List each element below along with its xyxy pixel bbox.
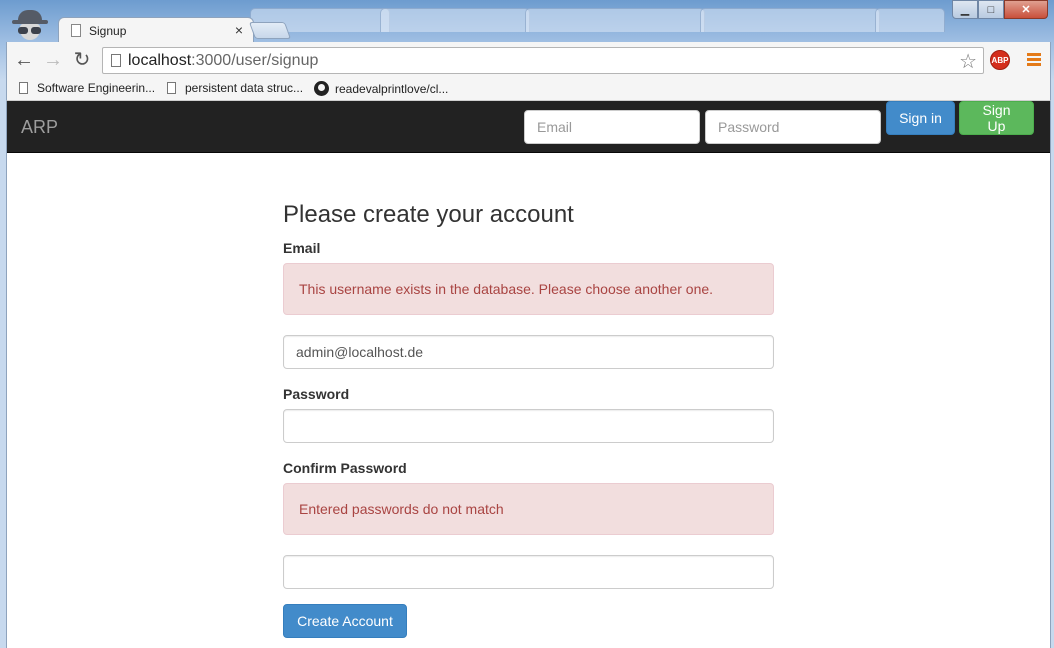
bookmark-star-icon[interactable]: ☆ [959, 49, 977, 74]
forward-arrow-icon[interactable]: → [42, 49, 64, 71]
confirm-password-error-alert: Entered passwords do not match [283, 483, 774, 535]
new-tab-button[interactable] [248, 22, 292, 39]
title-bar: Signup × ▁ □ ✕ [0, 0, 1054, 43]
back-arrow-icon[interactable]: ← [13, 49, 35, 71]
background-tab[interactable] [525, 8, 705, 32]
menu-icon[interactable] [1027, 53, 1041, 66]
create-account-button[interactable]: Create Account [283, 604, 407, 638]
brand-link[interactable]: ARP [21, 117, 58, 138]
page-title: Please create your account [283, 201, 574, 228]
navbar-password-input[interactable] [705, 110, 881, 144]
maximize-button[interactable]: □ [978, 0, 1004, 19]
page-icon [71, 24, 81, 37]
browser-toolbar: ← → ↻ localhost:3000/user/signup ☆ ABP [6, 42, 1051, 78]
url-text: localhost:3000/user/signup [128, 52, 319, 69]
window-controls: ▁ □ ✕ [952, 0, 1048, 20]
tab-title: Signup [89, 24, 127, 38]
reload-icon[interactable]: ↻ [71, 49, 93, 71]
browser-window: Signup × ▁ □ ✕ ← → ↻ localhost:3000/user… [0, 0, 1054, 648]
close-tab-icon[interactable]: × [235, 22, 243, 38]
email-label: Email [283, 240, 321, 256]
email-field[interactable] [283, 335, 774, 369]
page-viewport: ARP Sign in Sign Up Please create your a… [6, 101, 1051, 648]
password-field[interactable] [283, 409, 774, 443]
background-tab[interactable] [700, 8, 880, 32]
incognito-icon [10, 10, 50, 40]
top-navbar: ARP Sign in Sign Up [7, 101, 1050, 153]
background-tab[interactable] [875, 8, 945, 32]
sign-in-button[interactable]: Sign in [886, 101, 955, 135]
confirm-password-field[interactable] [283, 555, 774, 589]
address-bar[interactable]: localhost:3000/user/signup ☆ [102, 47, 984, 74]
confirm-password-label: Confirm Password [283, 460, 407, 476]
bookmark-item[interactable]: readevalprintlove/cl... [314, 81, 448, 96]
password-label: Password [283, 386, 350, 402]
bookmarks-bar: Software Engineerin... persistent data s… [6, 78, 1051, 101]
sign-up-button[interactable]: Sign Up [959, 101, 1034, 135]
minimize-button[interactable]: ▁ [952, 0, 978, 19]
email-error-alert: This username exists in the database. Pl… [283, 263, 774, 315]
page-icon [111, 54, 121, 67]
active-tab[interactable]: Signup × [58, 17, 254, 43]
github-icon [314, 81, 329, 96]
bookmark-item[interactable]: persistent data struc... [167, 81, 303, 95]
bookmark-item[interactable]: Software Engineerin... [19, 81, 155, 95]
background-tab[interactable] [380, 8, 530, 32]
document-icon [19, 82, 28, 94]
close-window-button[interactable]: ✕ [1004, 0, 1048, 19]
document-icon [167, 82, 176, 94]
navbar-email-input[interactable] [524, 110, 700, 144]
adblock-icon[interactable]: ABP [990, 50, 1010, 70]
